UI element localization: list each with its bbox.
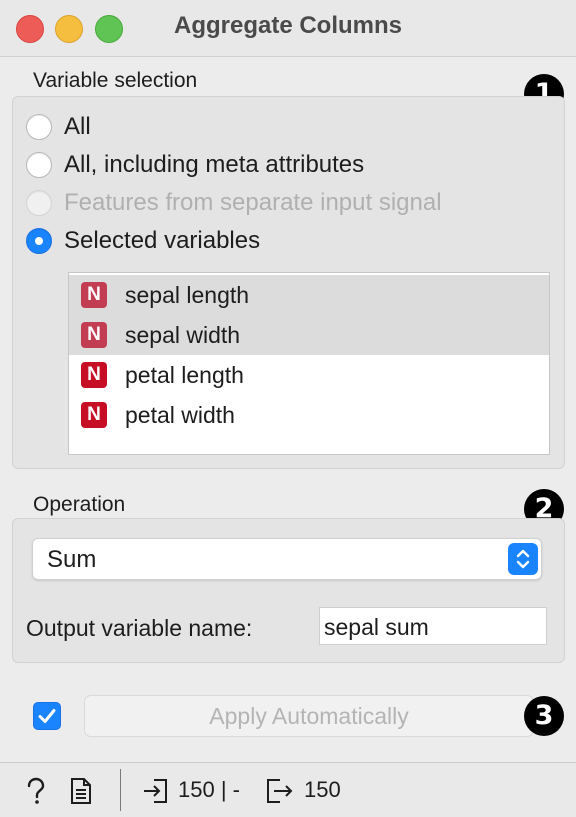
numeric-variable-icon: N	[81, 362, 107, 388]
list-item[interactable]: N petal length	[69, 355, 549, 395]
numeric-variable-icon: N	[81, 282, 107, 308]
radio-features-from-input-signal: Features from separate input signal	[26, 187, 442, 219]
operation-label: Operation	[33, 493, 126, 516]
radio-label: Features from separate input signal	[64, 189, 442, 216]
output-icon	[266, 777, 294, 810]
status-separator	[120, 769, 121, 811]
list-item[interactable]: N petal width	[69, 395, 549, 435]
radio-label: All	[64, 113, 91, 140]
operation-value: Sum	[47, 546, 97, 573]
list-item[interactable]: N sepal length	[69, 275, 549, 315]
apply-automatically-checkbox[interactable]	[33, 702, 61, 730]
status-bar: 150 | - 150	[0, 762, 576, 817]
input-summary: 150 | -	[178, 777, 240, 802]
list-item[interactable]: N sepal width	[69, 315, 549, 355]
numeric-variable-icon: N	[81, 402, 107, 428]
variables-list[interactable]: N sepal length N sepal width N petal len…	[68, 272, 550, 455]
badge-3: 3	[524, 696, 564, 736]
radio-all[interactable]: All	[26, 111, 91, 143]
window-title: Aggregate Columns	[173, 12, 403, 39]
output-summary: 150	[304, 777, 341, 802]
radio-all-including-meta[interactable]: All, including meta attributes	[26, 149, 364, 181]
checkmark-icon	[38, 709, 56, 723]
radio-button	[26, 190, 52, 216]
output-variable-label: Output variable name:	[26, 615, 253, 641]
radio-button[interactable]	[26, 152, 52, 178]
radio-button[interactable]	[26, 114, 52, 140]
variable-selection-label: Variable selection	[33, 69, 198, 92]
radio-label: All, including meta attributes	[64, 151, 365, 178]
variable-name: petal width	[125, 401, 235, 428]
input-icon	[142, 777, 168, 810]
numeric-variable-icon: N	[81, 322, 107, 348]
radio-button[interactable]	[26, 228, 52, 254]
variable-name: sepal length	[125, 281, 250, 308]
apply-button[interactable]: Apply Automatically	[84, 695, 534, 737]
report-icon[interactable]	[70, 777, 92, 810]
radio-label: Selected variables	[64, 227, 261, 254]
output-variable-input[interactable]: sepal sum	[319, 607, 547, 645]
radio-selected-variables[interactable]: Selected variables	[26, 225, 260, 257]
variable-name: petal length	[125, 361, 244, 388]
help-icon[interactable]	[24, 777, 48, 810]
variable-name: sepal width	[125, 321, 241, 348]
title-bar: Aggregate Columns	[0, 0, 576, 57]
up-down-chevron-icon[interactable]	[508, 543, 538, 575]
operation-select[interactable]: Sum	[32, 538, 542, 580]
